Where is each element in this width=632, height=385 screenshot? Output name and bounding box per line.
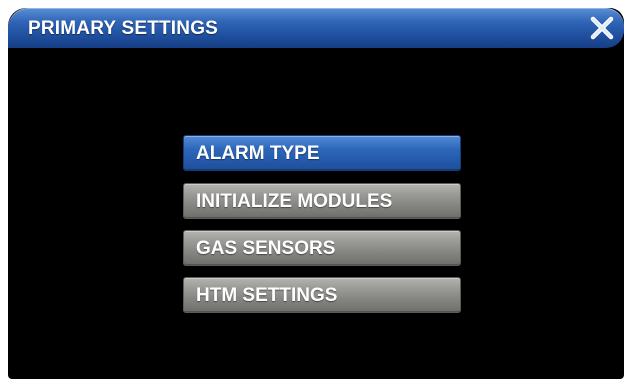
gas-sensors-button[interactable]: GAS SENSORS: [183, 230, 461, 266]
htm-settings-button[interactable]: HTM SETTINGS: [183, 277, 461, 313]
settings-screen: PRIMARY SETTINGS ALARM TYPE INITIALIZE M…: [8, 8, 624, 379]
title-bar: PRIMARY SETTINGS: [8, 8, 624, 48]
initialize-modules-button[interactable]: INITIALIZE MODULES: [183, 183, 461, 219]
close-icon[interactable]: [586, 12, 618, 44]
window-title: PRIMARY SETTINGS: [28, 18, 219, 39]
alarm-type-button[interactable]: ALARM TYPE: [183, 135, 461, 171]
